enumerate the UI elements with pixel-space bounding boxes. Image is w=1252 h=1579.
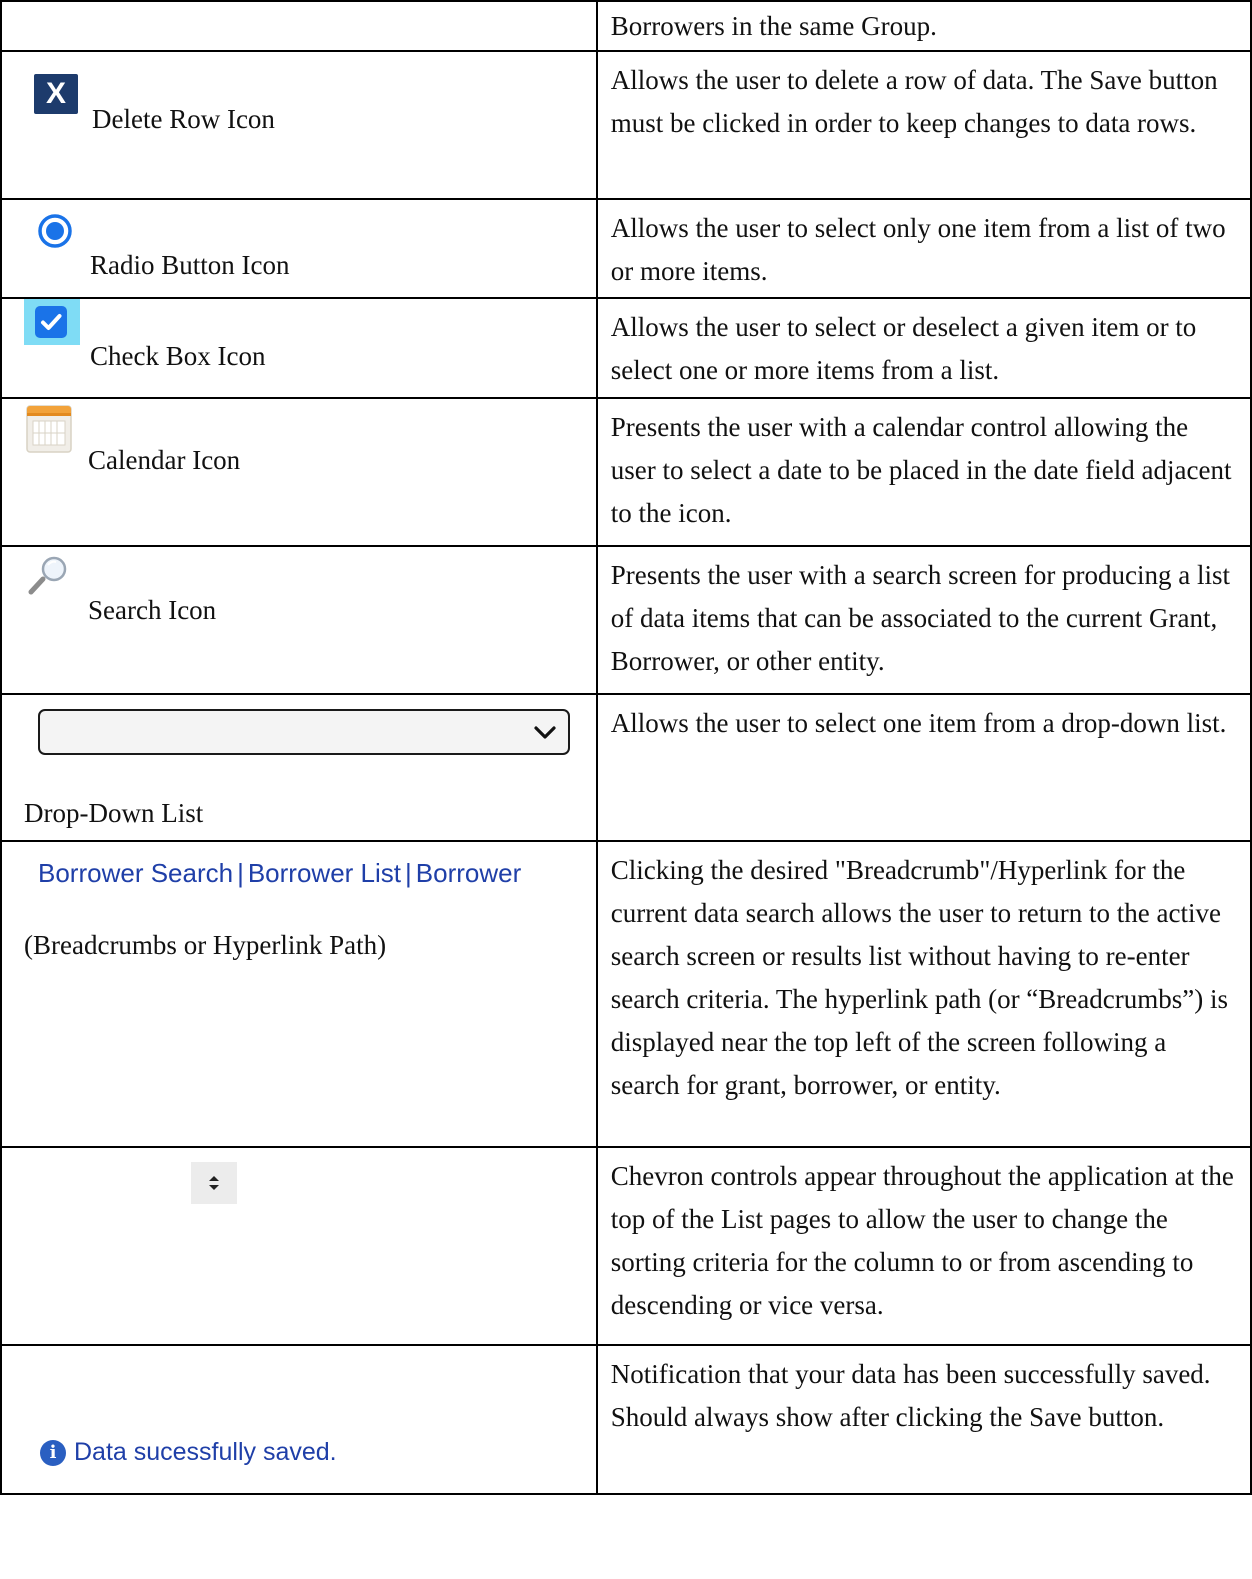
drop-down-select[interactable]	[38, 709, 570, 755]
table-row: i Data sucessfully saved. Notification t…	[0, 1344, 1252, 1495]
radio-button-icon[interactable]	[38, 214, 72, 248]
breadcrumb-separator: |	[405, 858, 412, 888]
icon-label: Delete Row Icon	[92, 104, 275, 134]
breadcrumb: Borrower Search | Borrower List | Borrower	[38, 858, 521, 889]
delete-row-icon[interactable]: X	[34, 74, 78, 114]
checkmark-icon	[41, 314, 62, 330]
icon-label: Radio Button Icon	[90, 250, 290, 280]
description-text: Borrowers in the same Group.	[610, 11, 937, 41]
description-cell: Allows the user to select or deselect a …	[595, 297, 1252, 399]
description-cell: Allows the user to select only one item …	[595, 198, 1252, 299]
breadcrumb-borrower-search[interactable]: Borrower Search	[38, 858, 233, 888]
sort-chevron-icon[interactable]	[191, 1162, 237, 1204]
icon-label: Check Box Icon	[90, 341, 266, 371]
info-icon: i	[40, 1439, 66, 1466]
icon-cell: X Delete Row Icon	[0, 50, 598, 200]
description-text: Clicking the desired "Breadcrumb"/Hyperl…	[610, 855, 1228, 1100]
description-text: Presents the user with a calendar contro…	[610, 412, 1232, 528]
icon-label: Drop-Down List	[24, 798, 204, 828]
description-cell: Clicking the desired "Breadcrumb"/Hyperl…	[595, 840, 1252, 1148]
table-row: Search Icon Presents the user with a sea…	[0, 545, 1252, 695]
icon-cell: Check Box Icon	[0, 297, 598, 399]
description-text: Presents the user with a search screen f…	[610, 560, 1231, 676]
description-text: Notification that your data has been suc…	[610, 1359, 1211, 1432]
description-text: Allows the user to select only one item …	[610, 213, 1226, 286]
icon-cell	[0, 0, 598, 52]
table-row: Drop-Down List Allows the user to select…	[0, 693, 1252, 842]
search-icon[interactable]	[26, 555, 72, 595]
table-row: Borrowers in the same Group.	[0, 0, 1252, 52]
table-row: Radio Button Icon Allows the user to sel…	[0, 198, 1252, 299]
icon-label: Search Icon	[88, 595, 217, 625]
icon-reference-table: Borrowers in the same Group. X Delete Ro…	[0, 0, 1252, 1495]
description-text: Allows the user to select or deselect a …	[610, 312, 1197, 385]
check-box	[35, 306, 67, 338]
calendar-icon[interactable]	[26, 405, 72, 453]
notification-text: Data sucessfully saved.	[74, 1438, 337, 1466]
table-row: X Delete Row Icon Allows the user to del…	[0, 50, 1252, 200]
icon-cell: Drop-Down List	[0, 693, 598, 842]
breadcrumb-borrower-list[interactable]: Borrower List	[248, 858, 401, 888]
breadcrumb-separator: |	[237, 858, 244, 888]
table-row: Check Box Icon Allows the user to select…	[0, 297, 1252, 399]
icon-label: (Breadcrumbs or Hyperlink Path)	[24, 930, 387, 960]
description-text: Chevron controls appear throughout the a…	[610, 1161, 1234, 1320]
description-cell: Borrowers in the same Group.	[595, 0, 1252, 52]
icon-cell: Calendar Icon	[0, 397, 598, 547]
description-cell: Presents the user with a search screen f…	[595, 545, 1252, 695]
icon-cell: Search Icon	[0, 545, 598, 695]
chevron-down-icon	[534, 726, 556, 739]
icon-cell: i Data sucessfully saved.	[0, 1344, 598, 1495]
description-cell: Allows the user to delete a row of data.…	[595, 50, 1252, 200]
description-cell: Chevron controls appear throughout the a…	[595, 1146, 1252, 1346]
breadcrumb-borrower[interactable]: Borrower	[416, 858, 521, 888]
icon-cell: Radio Button Icon	[0, 198, 598, 299]
check-box-icon[interactable]	[24, 299, 80, 345]
description-cell: Presents the user with a calendar contro…	[595, 397, 1252, 547]
description-cell: Notification that your data has been suc…	[595, 1344, 1252, 1495]
description-text: Allows the user to select one item from …	[610, 708, 1227, 738]
table-row: Borrower Search | Borrower List | Borrower (…	[0, 840, 1252, 1148]
icon-cell	[0, 1146, 598, 1346]
table-row: Chevron controls appear throughout the a…	[0, 1146, 1252, 1346]
success-notification: i Data sucessfully saved.	[40, 1438, 337, 1467]
sort-arrows-icon	[209, 1176, 219, 1190]
icon-label: Calendar Icon	[88, 445, 241, 475]
table-row: Calendar Icon Presents the user with a c…	[0, 397, 1252, 547]
icon-cell: Borrower Search | Borrower List | Borrower (…	[0, 840, 598, 1148]
description-cell: Allows the user to select one item from …	[595, 693, 1252, 842]
description-text: Allows the user to delete a row of data.…	[610, 65, 1218, 138]
